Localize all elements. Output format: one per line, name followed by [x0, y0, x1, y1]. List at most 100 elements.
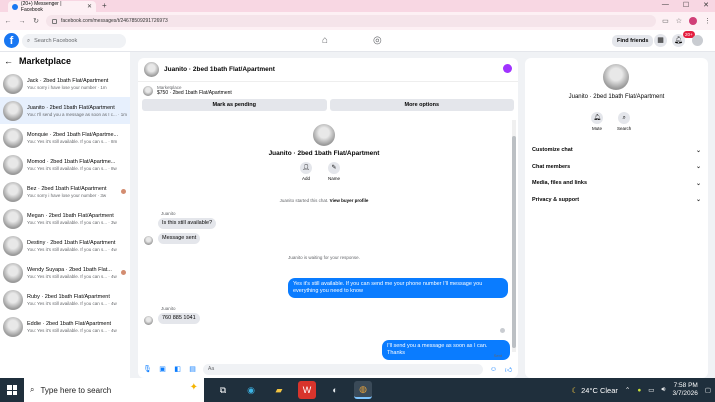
- like-icon[interactable]: 👍︎: [504, 365, 513, 374]
- home-icon[interactable]: ⌂: [322, 35, 328, 46]
- facebook-favicon-icon: [12, 3, 18, 10]
- account-avatar[interactable]: [692, 35, 703, 46]
- back-arrow-icon[interactable]: ←: [4, 56, 13, 66]
- windows-taskbar: ⌕ Type here to search ✦ ⧉ ◉ ▰ W ◐ ◍ ☾ 24…: [0, 378, 715, 402]
- start-button[interactable]: [0, 378, 24, 402]
- details-section[interactable]: Media, files and links ⌄: [530, 175, 703, 192]
- conversation-item[interactable]: Monquie · 2bed 1bath Flat/Apartme... You:…: [0, 124, 130, 151]
- tab-close-icon[interactable]: ✕: [87, 3, 92, 10]
- volume-icon[interactable]: 🔊︎: [661, 386, 665, 394]
- app-icon[interactable]: ◐: [326, 381, 344, 399]
- back-button[interactable]: ←: [4, 18, 12, 25]
- menu-grid-icon[interactable]: ▦: [654, 34, 667, 47]
- facebook-logo[interactable]: f: [4, 33, 19, 48]
- taskbar-search-placeholder: Type here to search: [40, 385, 112, 395]
- conversation-item[interactable]: Bez · 2bed 1bath Flat/Apartment You: sorr…: [0, 178, 130, 205]
- details-thumbnail: [603, 64, 629, 90]
- conversation-preview: You: Yes it's still available. If you ca…: [27, 138, 118, 144]
- conversation-preview: You: sorry i have lose your number · 1m: [27, 84, 107, 90]
- forward-button[interactable]: →: [18, 18, 26, 25]
- view-buyer-profile-link[interactable]: View buyer profile: [330, 198, 369, 203]
- seen-avatar-icon: [121, 189, 126, 194]
- gif-icon[interactable]: ▤: [188, 365, 197, 373]
- bookmark-star-icon[interactable]: ☆: [676, 17, 682, 25]
- add-label: Add: [301, 176, 310, 181]
- wps-office-icon[interactable]: W: [298, 381, 316, 399]
- notification-center-icon[interactable]: ▢: [705, 386, 711, 394]
- chat-header-thumbnail[interactable]: [144, 62, 159, 77]
- mute-action[interactable]: 🔔︎ Mute: [591, 112, 603, 131]
- window-controls: — ☐ ✕: [662, 1, 709, 9]
- conversation-item[interactable]: Juanito · 2bed 1bath Flat/Apartment You: …: [0, 97, 130, 124]
- conversation-thumbnail: [3, 235, 23, 256]
- microphone-icon[interactable]: 🎙︎: [143, 365, 152, 373]
- chevron-down-icon: ⌄: [695, 147, 701, 154]
- conversation-item[interactable]: Eddie · 2bed 1bath Flat/Apartment You: Ye…: [0, 313, 130, 340]
- profile-avatar-icon[interactable]: [689, 17, 697, 25]
- conversation-preview: You: Yes it's still available. If you ca…: [27, 165, 117, 171]
- details-section[interactable]: Customize chat ⌄: [530, 142, 703, 159]
- name-action[interactable]: ✎ Name: [328, 162, 340, 181]
- scrollbar-thumb[interactable]: [512, 136, 516, 348]
- sender-avatar[interactable]: [144, 236, 153, 245]
- facebook-search-input[interactable]: ⌕ Search Facebook: [22, 34, 126, 48]
- search-action[interactable]: ⌕ Search: [617, 112, 631, 131]
- file-explorer-icon[interactable]: ▰: [270, 381, 288, 399]
- network-icon[interactable]: ▭: [648, 386, 654, 394]
- chrome-icon[interactable]: ◍: [354, 381, 372, 399]
- conversation-item[interactable]: Momod · 2bed 1bath Flat/Apartme... You: Y…: [0, 151, 130, 178]
- windows-logo-icon: [7, 385, 17, 395]
- browser-tab[interactable]: (20+) Messenger | Facebook ✕: [8, 1, 96, 13]
- taskbar-search-input[interactable]: ⌕ Type here to search ✦: [24, 378, 204, 402]
- find-friends-button[interactable]: Find friends: [612, 35, 654, 47]
- chat-started-notice: Juanito started this chat. View buyer pr…: [138, 198, 510, 203]
- hero-title: Juanito · 2bed 1bath Flat/Apartment: [268, 150, 380, 157]
- emoji-icon[interactable]: ☺: [489, 366, 498, 373]
- message-area: Juanito · 2bed 1bath Flat/Apartment 👤︎ A…: [138, 120, 510, 360]
- site-info-icon[interactable]: [52, 18, 57, 24]
- conversation-preview: You: Yes it's still available. If you ca…: [27, 300, 117, 306]
- taskbar-apps: ⧉ ◉ ▰ W ◐ ◍: [214, 381, 372, 399]
- add-action[interactable]: 👤︎ Add: [300, 162, 312, 181]
- chevron-down-icon: ⌄: [695, 180, 701, 187]
- weather-widget[interactable]: ☾ 24°C Clear: [571, 386, 618, 395]
- cast-icon[interactable]: ▭: [662, 17, 669, 25]
- mark-as-pending-button[interactable]: Mark as pending: [142, 99, 327, 111]
- sticker-icon[interactable]: ◧: [173, 365, 182, 373]
- message-scrollbar[interactable]: [512, 120, 516, 352]
- chevron-up-icon[interactable]: ⌃: [625, 386, 630, 394]
- conversation-thumbnail: [3, 262, 23, 283]
- groups-icon[interactable]: ◎: [373, 35, 382, 46]
- conversation-item[interactable]: Wendy Suyapa · 2bed 1bath Flat... You: Ye…: [0, 259, 130, 286]
- tray-app-icon[interactable]: ●: [637, 387, 641, 394]
- chat-header-name[interactable]: Juanito · 2bed 1bath Flat/Apartment: [164, 66, 275, 73]
- details-section[interactable]: Chat members ⌄: [530, 159, 703, 176]
- conversation-item[interactable]: Megan · 2bed 1bath Flat/Apartment You: Ye…: [0, 205, 130, 232]
- close-window-button[interactable]: ✕: [703, 1, 709, 9]
- started-text: Juanito started this chat.: [279, 198, 329, 203]
- more-options-button[interactable]: More options: [329, 99, 514, 111]
- conversation-item[interactable]: Ruby · 2bed 1bath Flat/Apartment You: Yes…: [0, 286, 130, 313]
- photo-icon[interactable]: ▣: [158, 365, 167, 373]
- maximize-button[interactable]: ☐: [683, 1, 689, 9]
- conversation-item[interactable]: Jack · 2bed 1bath Flat/Apartment You: sor…: [0, 70, 130, 97]
- more-menu-icon[interactable]: ⋮: [704, 17, 711, 25]
- listing-summary[interactable]: Marketplace $750 · 2bed 1bath Flat/Apart…: [138, 82, 518, 99]
- chat-info-icon[interactable]: [503, 64, 512, 73]
- clock[interactable]: 7:58 PM 3/7/2026: [673, 382, 698, 398]
- chat-hero: Juanito · 2bed 1bath Flat/Apartment: [138, 124, 510, 157]
- new-tab-button[interactable]: +: [102, 1, 107, 10]
- search-label: Search: [617, 126, 632, 131]
- reload-button[interactable]: ↻: [32, 17, 40, 25]
- minimize-button[interactable]: —: [662, 1, 669, 9]
- seen-avatar-icon: [121, 270, 126, 275]
- task-view-icon[interactable]: ⧉: [214, 381, 232, 399]
- conversation-name: Ruby · 2bed 1bath Flat/Apartment: [27, 293, 110, 300]
- conversation-item[interactable]: Destiny · 2bed 1bath Flat/Apartment You: …: [0, 232, 130, 259]
- address-bar-row: ← → ↻ facebook.com/messages/t/2467850929…: [0, 12, 715, 30]
- edge-icon[interactable]: ◉: [242, 381, 260, 399]
- details-section[interactable]: Privacy & support ⌄: [530, 192, 703, 209]
- sender-avatar[interactable]: [144, 316, 153, 325]
- url-input[interactable]: facebook.com/messages/t/2467850929172697…: [46, 15, 657, 27]
- message-input[interactable]: Aa: [203, 363, 483, 375]
